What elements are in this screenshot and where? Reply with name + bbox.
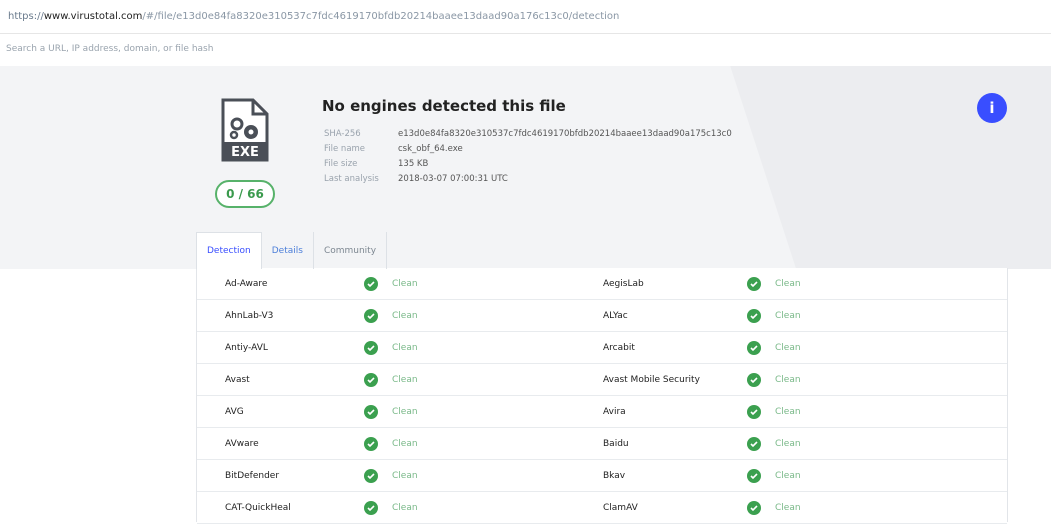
detection-score-badge: 0 / 66 bbox=[215, 180, 275, 208]
table-row: Antiy-AVL Clean Arcabit Clean bbox=[197, 332, 1007, 364]
engine-name: AVG bbox=[225, 406, 244, 417]
engine-status: Clean bbox=[392, 310, 418, 321]
check-circle-icon bbox=[747, 436, 761, 451]
table-row: AhnLab-V3 Clean ALYac Clean bbox=[197, 300, 1007, 332]
tab-details[interactable]: Details bbox=[262, 232, 314, 269]
meta-key: File name bbox=[324, 143, 366, 154]
engine-status: Clean bbox=[775, 342, 801, 353]
url-scheme: https:// bbox=[8, 11, 44, 22]
page-title: No engines detected this file bbox=[322, 97, 566, 115]
check-circle-icon bbox=[364, 308, 378, 323]
engine-name: Ad-Aware bbox=[225, 278, 268, 289]
check-circle-icon bbox=[747, 308, 761, 323]
tab-community[interactable]: Community bbox=[314, 232, 388, 269]
engine-name: Avast Mobile Security bbox=[603, 374, 700, 385]
sha256-value: e13d0e84fa8320e310537c7fdc4619170bfdb202… bbox=[398, 128, 732, 139]
check-circle-icon bbox=[364, 468, 378, 483]
engine-status: Clean bbox=[775, 502, 801, 513]
url-path: /#/file/e13d0e84fa8320e310537c7fdc461917… bbox=[142, 11, 620, 22]
engine-status: Clean bbox=[775, 310, 801, 321]
file-type-label: EXE bbox=[231, 145, 259, 160]
check-circle-icon bbox=[364, 404, 378, 419]
detection-table: Ad-Aware Clean AegisLab Clean AhnLab-V3 … bbox=[196, 268, 1008, 524]
last-analysis-value: 2018-03-07 07:00:31 UTC bbox=[398, 173, 508, 184]
check-circle-icon bbox=[364, 436, 378, 451]
engine-name: Arcabit bbox=[603, 342, 635, 353]
engine-status: Clean bbox=[775, 470, 801, 481]
check-circle-icon bbox=[364, 372, 378, 387]
meta-key: Last analysis bbox=[324, 173, 379, 184]
engine-name: ALYac bbox=[603, 310, 628, 321]
engine-name: Bkav bbox=[603, 470, 626, 481]
engine-status: Clean bbox=[392, 470, 418, 481]
check-circle-icon bbox=[747, 404, 761, 419]
meta-key: SHA-256 bbox=[324, 128, 361, 139]
engine-name: Avast bbox=[225, 374, 250, 385]
check-circle-icon bbox=[364, 340, 378, 355]
tab-bar: Detection Details Community bbox=[196, 232, 388, 269]
engine-status: Clean bbox=[392, 502, 418, 513]
address-bar[interactable]: https:// www.virustotal.com /#/file/e13d… bbox=[0, 0, 1051, 34]
last-analysis-row: Last analysis 2018-03-07 07:00:31 UTC bbox=[324, 171, 732, 186]
engine-name: AhnLab-V3 bbox=[225, 310, 274, 321]
check-circle-icon bbox=[747, 372, 761, 387]
search-placeholder: Search a URL, IP address, domain, or fil… bbox=[6, 44, 214, 54]
engine-name: CAT-QuickHeal bbox=[225, 502, 291, 513]
check-circle-icon bbox=[364, 500, 378, 515]
table-row: BitDefender Clean Bkav Clean bbox=[197, 460, 1007, 492]
filesize-value: 135 KB bbox=[398, 158, 429, 169]
engine-name: Baidu bbox=[603, 438, 629, 449]
table-row: CAT-QuickHeal Clean ClamAV Clean bbox=[197, 492, 1007, 524]
sha256-row: SHA-256 e13d0e84fa8320e310537c7fdc461917… bbox=[324, 126, 732, 141]
engine-name: Avira bbox=[603, 406, 626, 417]
check-circle-icon bbox=[747, 500, 761, 515]
table-row: AVG Clean Avira Clean bbox=[197, 396, 1007, 428]
check-circle-icon bbox=[364, 276, 378, 291]
filename-row: File name csk_obf_64.exe bbox=[324, 141, 732, 156]
engine-name: ClamAV bbox=[603, 502, 638, 513]
search-input[interactable]: Search a URL, IP address, domain, or fil… bbox=[0, 36, 1051, 62]
table-row: AVware Clean Baidu Clean bbox=[197, 428, 1007, 460]
table-row: Avast Clean Avast Mobile Security Clean bbox=[197, 364, 1007, 396]
check-circle-icon bbox=[747, 468, 761, 483]
exe-file-icon: EXE bbox=[219, 98, 271, 164]
engine-status: Clean bbox=[392, 406, 418, 417]
engine-status: Clean bbox=[775, 438, 801, 449]
engine-name: AegisLab bbox=[603, 278, 644, 289]
engine-status: Clean bbox=[392, 342, 418, 353]
check-circle-icon bbox=[747, 340, 761, 355]
engine-status: Clean bbox=[775, 278, 801, 289]
engine-status: Clean bbox=[392, 374, 418, 385]
table-row: Ad-Aware Clean AegisLab Clean bbox=[197, 268, 1007, 300]
engine-name: Antiy-AVL bbox=[225, 342, 268, 353]
info-button[interactable]: i bbox=[977, 93, 1007, 123]
filename-value: csk_obf_64.exe bbox=[398, 143, 463, 154]
filesize-row: File size 135 KB bbox=[324, 156, 732, 171]
file-metadata: SHA-256 e13d0e84fa8320e310537c7fdc461917… bbox=[324, 126, 732, 186]
engine-name: AVware bbox=[225, 438, 259, 449]
check-circle-icon bbox=[747, 276, 761, 291]
engine-name: BitDefender bbox=[225, 470, 280, 481]
url-host: www.virustotal.com bbox=[43, 11, 143, 22]
engine-status: Clean bbox=[392, 278, 418, 289]
engine-status: Clean bbox=[775, 374, 801, 385]
engine-status: Clean bbox=[392, 438, 418, 449]
engine-status: Clean bbox=[775, 406, 801, 417]
tab-detection[interactable]: Detection bbox=[196, 232, 262, 269]
meta-key: File size bbox=[324, 158, 358, 169]
